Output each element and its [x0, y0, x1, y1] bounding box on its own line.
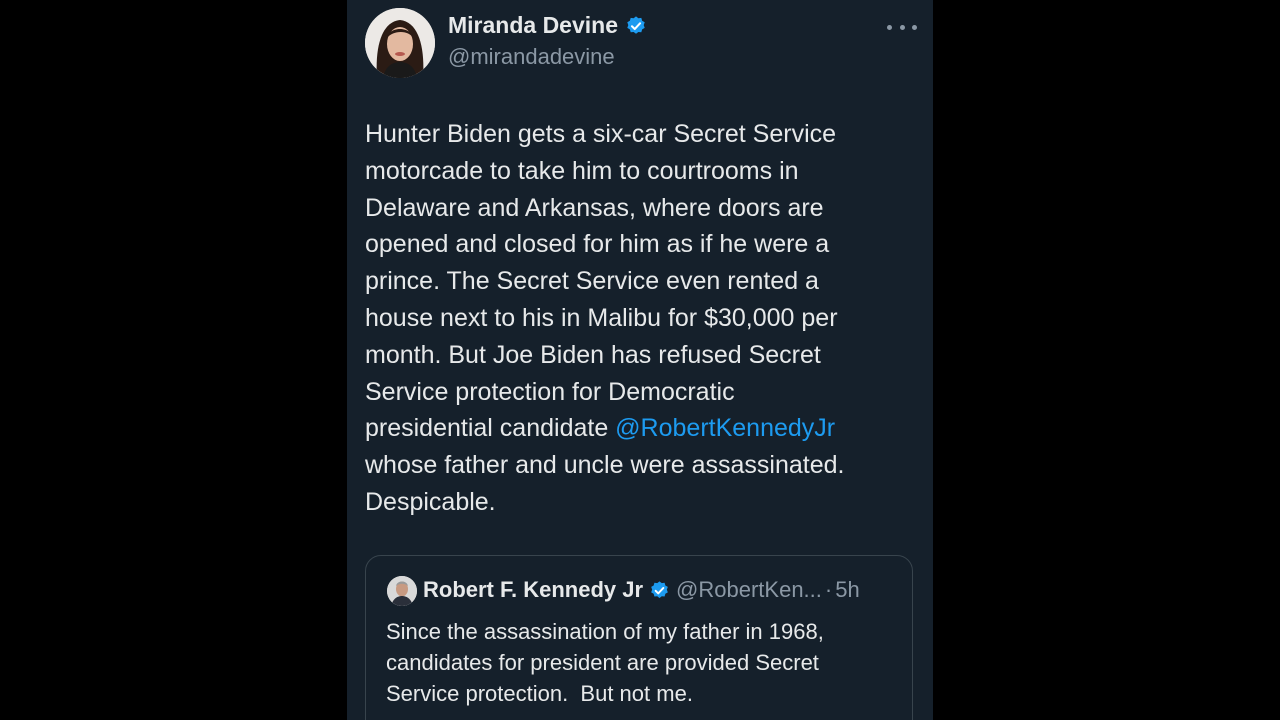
verified-badge-icon [651, 580, 668, 598]
quoted-tweet-card[interactable]: Robert F. Kennedy Jr @RobertKen... · 5h … [365, 555, 913, 720]
separator-dot: · [824, 577, 833, 602]
tweet-text-line: motorcade to take him to courtrooms in [365, 156, 799, 185]
verified-badge-icon [627, 15, 645, 34]
mention-link[interactable]: @RobertKennedyJr [615, 414, 835, 442]
tweet-text-segment: presidential candidate [365, 414, 616, 443]
more-options-icon[interactable] [887, 14, 917, 40]
quoted-tweet-text: Since the assassination of my father in … [386, 616, 896, 709]
tweet-text-line: prince. The Secret Service even rented a [365, 267, 819, 296]
tweet-text-line: whose father and uncle were assassinated… [365, 451, 845, 480]
tweet-text-line: Delaware and Arkansas, where doors are [365, 193, 824, 222]
tweet-text-line-with-mention: presidential candidate @RobertKennedyJr [365, 410, 905, 447]
author-name[interactable]: Miranda Devine [448, 12, 618, 39]
tweet-text-line: month. But Joe Biden has refused Secret [365, 340, 821, 369]
tweet-text-line: Hunter Biden gets a six-car Secret Servi… [365, 120, 837, 148]
tweet-text-line: house next to his in Malibu for $30,000 … [365, 303, 838, 332]
quoted-author-avatar[interactable] [387, 576, 417, 606]
author-avatar[interactable] [365, 8, 435, 78]
author-name-row[interactable]: Miranda Devine [448, 12, 647, 39]
quoted-tweet-header: Robert F. Kennedy Jr @RobertKen... · 5h [423, 577, 860, 603]
tweet-screenshot: Miranda Devine @mirandadevine Hunter Bid… [347, 0, 933, 720]
quoted-text-line: Since the assassination of my father in … [386, 619, 824, 644]
quoted-text-line: Service protection. But not me. [386, 681, 693, 706]
quoted-tweet-timestamp[interactable]: 5h [835, 577, 859, 603]
quoted-text-line: candidates for president are provided Se… [386, 650, 819, 675]
quoted-author-handle[interactable]: @RobertKen... [676, 577, 822, 603]
author-handle[interactable]: @mirandadevine [448, 44, 615, 70]
tweet-text: Hunter Biden gets a six-car Secret Servi… [365, 116, 905, 521]
quoted-author-name[interactable]: Robert F. Kennedy Jr [423, 577, 643, 603]
tweet-text-line: Service protection for Democratic [365, 377, 735, 406]
tweet-text-line: Despicable. [365, 487, 496, 516]
video-frame: Miranda Devine @mirandadevine Hunter Bid… [0, 0, 1280, 720]
tweet-text-line: opened and closed for him as if he were … [365, 230, 830, 259]
